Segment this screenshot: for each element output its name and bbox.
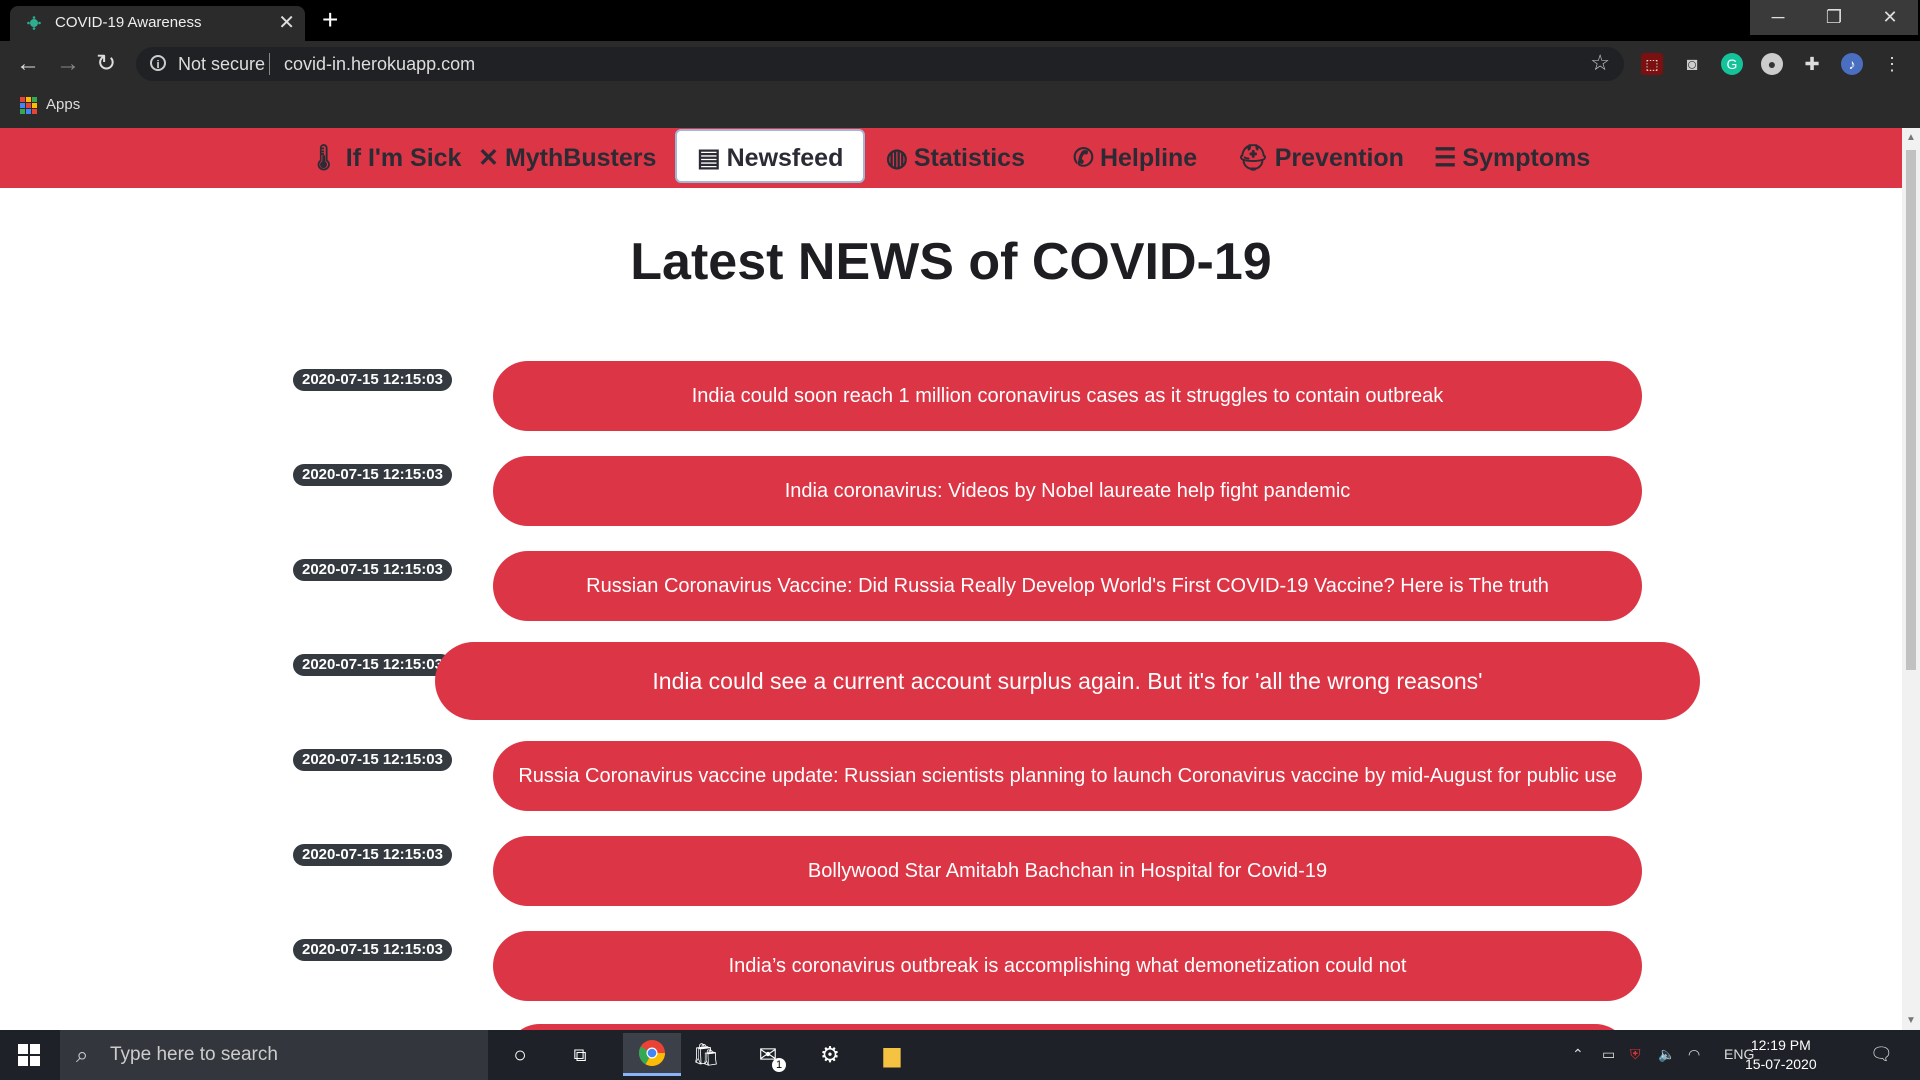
bookmark-star-icon[interactable]: ☆ <box>1590 50 1610 76</box>
list-icon: ☰ <box>1434 144 1457 172</box>
nav-prevention[interactable]: ⛑ Prevention <box>1237 128 1404 188</box>
info-icon[interactable]: i <box>150 55 166 71</box>
timestamp-badge: 2020-07-15 12:15:03 <box>293 654 452 676</box>
minimize-button[interactable]: ─ <box>1750 0 1806 35</box>
nav-label: Newsfeed <box>726 144 844 172</box>
browser-tab-strip: COVID-19 Awareness ✕ + ─ ❐ ✕ <box>0 0 1920 41</box>
search-icon: ⌕ <box>76 1042 89 1067</box>
nav-statistics[interactable]: ◍ Statistics <box>886 128 1025 188</box>
volume-icon[interactable]: 🔈 <box>1658 1046 1675 1063</box>
news-headline-button[interactable]: India could soon reach 1 million coronav… <box>493 361 1642 431</box>
cortana-icon[interactable]: ○ <box>500 1040 540 1070</box>
news-headline-button[interactable]: Russia Coronavirus vaccine update: Russi… <box>493 741 1642 811</box>
windows-taskbar: ⌕ Type here to search ○ ⧉ 🛍 ✉ 1 ⚙ ▆ ⌃ ▭ ⛨… <box>0 1030 1920 1080</box>
timestamp-badge: 2020-07-15 12:15:03 <box>293 749 452 771</box>
camera-extension-icon[interactable]: ◙ <box>1681 53 1703 75</box>
wifi-icon[interactable]: ◠ <box>1688 1046 1700 1063</box>
grammarly-extension-icon[interactable]: G <box>1721 53 1743 75</box>
page-title: Latest NEWS of COVID-19 <box>630 233 1272 291</box>
battery-icon[interactable]: ▭ <box>1602 1046 1615 1063</box>
settings-gear-icon[interactable]: ⚙ <box>810 1040 850 1070</box>
reload-icon[interactable]: ↻ <box>96 49 116 79</box>
url-text[interactable]: covid-in.herokuapp.com <box>284 54 475 75</box>
timestamp-badge: 2020-07-15 12:15:03 <box>293 939 452 961</box>
tab-close-icon[interactable]: ✕ <box>278 10 295 35</box>
task-view-icon[interactable]: ⧉ <box>560 1040 600 1070</box>
scroll-up-arrow-icon[interactable]: ▲ <box>1906 132 1916 143</box>
mail-icon[interactable]: ✉ 1 <box>748 1040 788 1072</box>
page-scrollbar[interactable]: ▲ ▼ <box>1902 128 1920 1030</box>
virus-favicon-icon <box>27 16 41 30</box>
extensions-puzzle-icon[interactable]: ✚ <box>1801 53 1823 75</box>
timestamp-badge: 2020-07-15 12:15:03 <box>293 369 452 391</box>
news-headline-button[interactable]: India could see a current account surplu… <box>435 642 1700 720</box>
browser-toolbar: ← → ↻ i Not secure covid-in.herokuapp.co… <box>0 41 1920 88</box>
browser-tab[interactable]: COVID-19 Awareness ✕ <box>10 6 305 41</box>
news-headline-button[interactable]: India’s coronavirus outbreak is accompli… <box>493 931 1642 1001</box>
chrome-logo-icon <box>638 1040 666 1067</box>
search-placeholder: Type here to search <box>110 1044 278 1065</box>
thermometer-icon: 🌡 <box>308 144 340 172</box>
scrollbar-thumb[interactable] <box>1906 150 1916 670</box>
windows-start-icon[interactable] <box>18 1044 40 1066</box>
new-tab-button[interactable]: + <box>322 4 338 36</box>
medkit-icon: ⛑ <box>1237 144 1269 172</box>
forward-icon[interactable]: → <box>56 49 80 79</box>
scroll-down-arrow-icon[interactable]: ▼ <box>1906 1015 1916 1026</box>
close-window-button[interactable]: ✕ <box>1862 0 1918 35</box>
nav-label: Statistics <box>913 144 1025 172</box>
notification-center-icon[interactable]: 🗨 <box>1870 1044 1893 1065</box>
timestamp-badge: 2020-07-15 12:15:03 <box>293 464 452 486</box>
mail-badge: 1 <box>772 1058 786 1072</box>
nav-label: Symptoms <box>1462 144 1591 172</box>
news-headline-button[interactable]: India coronavirus: Videos by Nobel laure… <box>493 456 1642 526</box>
nav-symptoms[interactable]: ☰ Symptoms <box>1434 128 1590 188</box>
record-extension-icon[interactable]: ● <box>1761 53 1783 75</box>
clock-date: 15-07-2020 <box>1745 1056 1817 1072</box>
nav-newsfeed[interactable]: ▤ Newsfeed <box>675 129 866 183</box>
globe-icon: ◍ <box>886 144 908 172</box>
timestamp-badge: 2020-07-15 12:15:03 <box>293 844 452 866</box>
news-headline-button[interactable]: Bollywood Star Amitabh Bachchan in Hospi… <box>493 836 1642 906</box>
phone-icon: ✆ <box>1073 144 1094 172</box>
nav-label: Helpline <box>1099 144 1198 172</box>
file-explorer-icon[interactable]: ▆ <box>872 1040 912 1070</box>
apps-bookmark[interactable]: Apps <box>46 96 80 113</box>
menu-kebab-icon[interactable]: ⋮ <box>1881 53 1903 75</box>
clock-time: 12:19 PM <box>1750 1037 1811 1053</box>
mcafee-shield-icon[interactable]: ⛨ <box>1630 1046 1641 1063</box>
address-bar[interactable]: i Not secure covid-in.herokuapp.com ☆ <box>136 47 1624 81</box>
nav-label: Prevention <box>1274 144 1404 172</box>
profile-avatar[interactable]: ♪ <box>1841 53 1863 75</box>
timestamp-badge: 2020-07-15 12:15:03 <box>293 559 452 581</box>
security-label[interactable]: Not secure <box>178 54 265 75</box>
pdf-extension-icon[interactable]: ⬚ <box>1641 53 1663 75</box>
omnibox-divider <box>269 53 270 75</box>
restore-button[interactable]: ❐ <box>1806 0 1862 35</box>
nav-label: MythBusters <box>504 144 657 172</box>
nav-mythbusters[interactable]: ✕ MythBusters <box>478 128 656 188</box>
system-clock[interactable]: 12:19 PM 15-07-2020 <box>1745 1036 1817 1074</box>
site-navbar: 🌡 If I'm Sick ✕ MythBusters ▤ Newsfeed ◍ Sta… <box>0 128 1902 188</box>
bookmarks-bar <box>0 88 1920 128</box>
news-headline-button[interactable]: Russian Coronavirus Vaccine: Did Russia … <box>493 551 1642 621</box>
nav-helpline[interactable]: ✆ Helpline <box>1073 128 1197 188</box>
apps-grid-icon[interactable] <box>20 97 37 114</box>
tab-title: COVID-19 Awareness <box>55 14 202 31</box>
newspaper-icon: ▤ <box>697 144 721 172</box>
chrome-taskbar-icon[interactable] <box>623 1033 681 1076</box>
taskbar-search-box[interactable]: ⌕ Type here to search <box>60 1030 488 1080</box>
nav-if-im-sick[interactable]: 🌡 If I'm Sick <box>308 128 461 188</box>
nav-label: If I'm Sick <box>345 144 462 172</box>
times-icon: ✕ <box>478 144 499 172</box>
tray-chevron-up-icon[interactable]: ⌃ <box>1572 1046 1584 1063</box>
back-icon[interactable]: ← <box>16 49 40 79</box>
store-icon[interactable]: 🛍 <box>686 1040 726 1070</box>
